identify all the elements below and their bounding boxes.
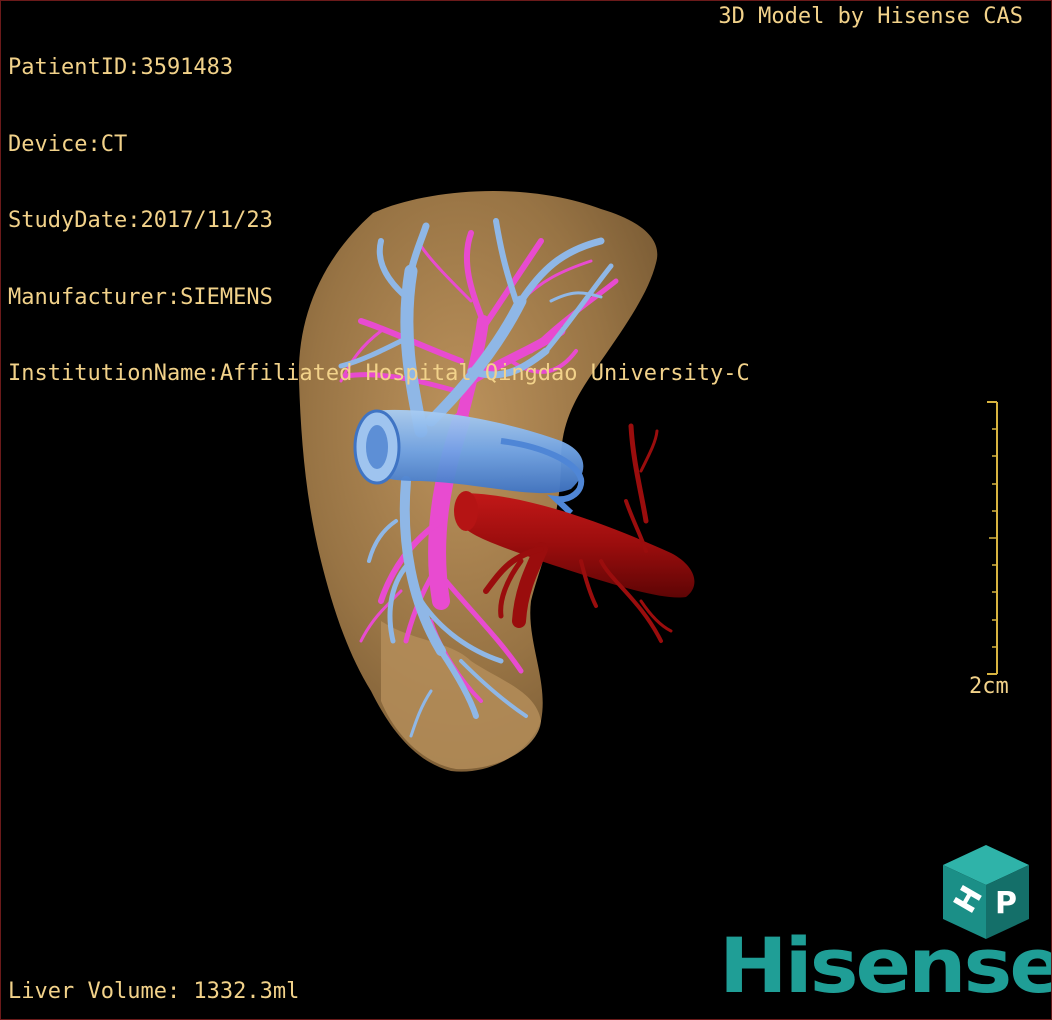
3d-viewport[interactable]: PatientID:3591483 Device:CT StudyDate:20… — [0, 0, 1052, 1020]
liver-volume-text: Liver Volume: 1332.3ml — [8, 979, 300, 1004]
patient-id-text: PatientID:3591483 — [8, 55, 234, 80]
device-text: Device:CT — [8, 131, 128, 157]
cube-letter-p: P — [995, 886, 1017, 921]
scale-bar — [987, 401, 998, 675]
model-credit-text: 3D Model by Hisense CAS — [718, 4, 1023, 29]
scale-bar-label: 2cm — [969, 674, 1009, 699]
study-date-text: StudyDate:2017/11/23 — [8, 208, 273, 233]
manufacturer-text: Manufacturer:SIEMENS — [8, 284, 273, 310]
institution-text: InstitutionName:Affiliated Hospital Qing… — [8, 361, 750, 386]
hisense-logo: Hisense — [719, 923, 1052, 1011]
patient-info-overlay: PatientID:3591483 Device:CT StudyDate:20… — [8, 4, 750, 438]
